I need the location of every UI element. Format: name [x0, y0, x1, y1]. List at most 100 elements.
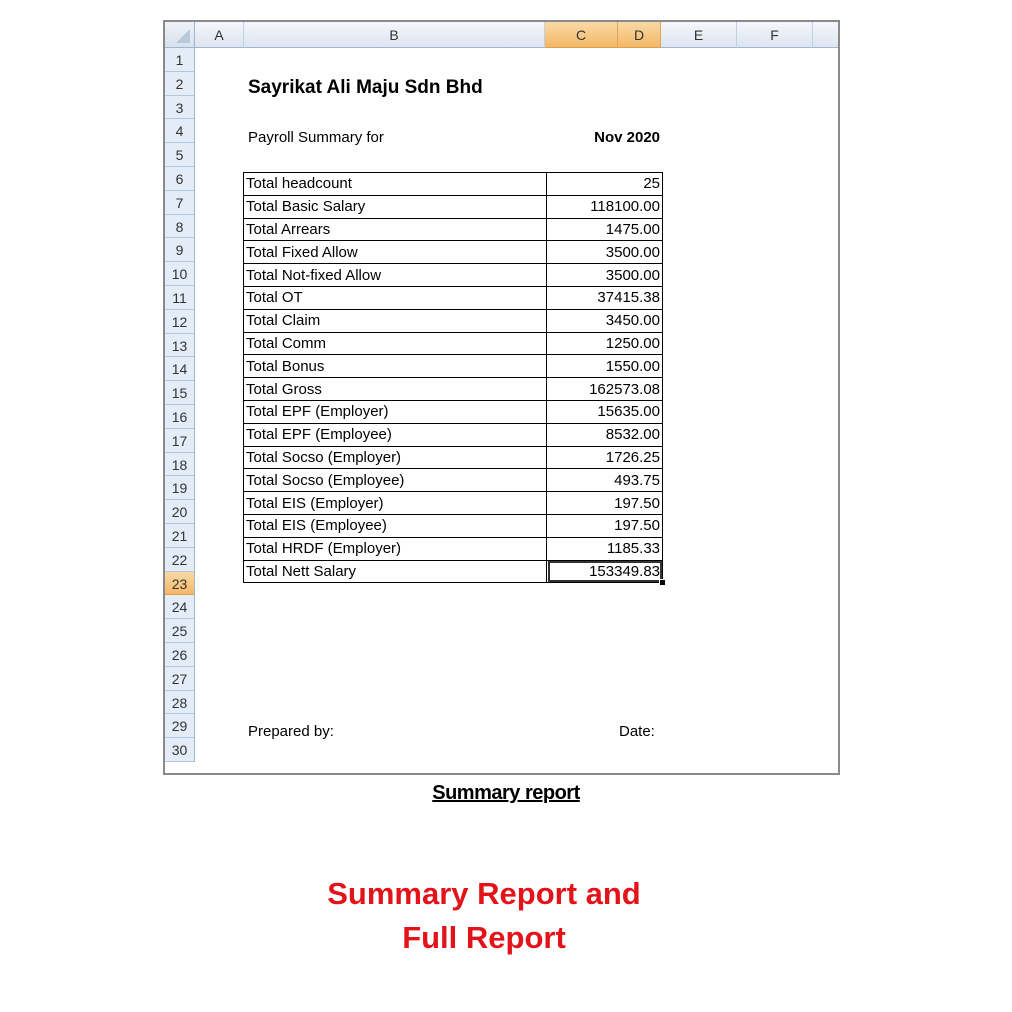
row-header-24[interactable]: 24 [165, 595, 195, 620]
date-label: Date: [619, 723, 655, 740]
spreadsheet-frame: ABCDEF 1 2 3 4 5 6 7 8 9 10 11 12 13 14 15 16 17 18 19 20 21… [163, 20, 840, 775]
table-row: Total Basic Salary 118100.00 [243, 194, 663, 219]
table-row: Total Arrears 1475.00 [243, 217, 663, 242]
column-header-g[interactable] [813, 22, 838, 48]
table-row: Total HRDF (Employer) 1185.33 [243, 536, 663, 561]
row-header-25[interactable]: 25 [165, 619, 195, 643]
company-name: Sayrikat Ali Maju Sdn Bhd [248, 77, 483, 98]
row-value-cell[interactable]: 1250.00 [546, 331, 663, 356]
column-header-d[interactable]: D [618, 22, 661, 48]
column-header-a[interactable]: A [195, 22, 244, 48]
row-header-27[interactable]: 27 [165, 666, 195, 691]
row-header-29[interactable]: 29 [165, 714, 195, 739]
row-header-21[interactable]: 21 [165, 524, 195, 548]
fill-handle[interactable] [659, 579, 666, 587]
row-header-18[interactable]: 18 [165, 452, 195, 477]
headline-line-2: Full Report [402, 920, 566, 955]
row-value-cell[interactable]: 162573.08 [546, 377, 663, 401]
table-row: Total Bonus 1550.00 [243, 354, 663, 379]
row-value-cell[interactable]: 1475.00 [546, 217, 663, 242]
row-header-22[interactable]: 22 [165, 547, 195, 572]
payroll-period: Nov 2020 [594, 129, 660, 146]
row-header-23[interactable]: 23 [165, 571, 195, 596]
row-header-1[interactable]: 1 [165, 48, 195, 72]
row-header-9[interactable]: 9 [165, 238, 195, 263]
row-value-cell[interactable]: 3450.00 [546, 308, 663, 333]
row-label-cell[interactable]: Total Arrears [243, 217, 547, 242]
row-value-cell[interactable]: 1550.00 [546, 354, 663, 379]
row-label-cell[interactable]: Total Fixed Allow [243, 240, 547, 265]
row-label-cell[interactable]: Total EIS (Employee) [243, 513, 547, 538]
row-value-cell[interactable]: 37415.38 [546, 285, 663, 310]
row-header-16[interactable]: 16 [165, 405, 195, 429]
row-value-cell[interactable]: 1726.25 [546, 445, 663, 470]
row-value-cell[interactable]: 1185.33 [546, 536, 663, 561]
row-header-3[interactable]: 3 [165, 95, 195, 120]
table-row: Total Socso (Employer) 1726.25 [243, 445, 663, 470]
row-header-30[interactable]: 30 [165, 738, 195, 762]
row-header-7[interactable]: 7 [165, 190, 195, 215]
table-row: Total headcount 25 [243, 172, 663, 196]
row-label-cell[interactable]: Total HRDF (Employer) [243, 536, 547, 561]
row-header-2[interactable]: 2 [165, 71, 195, 96]
row-label-cell[interactable]: Total Comm [243, 331, 547, 356]
row-header-10[interactable]: 10 [165, 262, 195, 286]
row-label-cell[interactable]: Total headcount [243, 172, 547, 196]
table-row: Total Comm 1250.00 [243, 331, 663, 356]
row-label-cell[interactable]: Total Socso (Employer) [243, 445, 547, 470]
row-value-cell[interactable]: 493.75 [546, 468, 663, 493]
payroll-summary-table: Total headcount 25 Total Basic Salary 11810… [243, 172, 666, 587]
table-row: Total EPF (Employee) 8532.00 [243, 422, 663, 447]
table-row: Total Fixed Allow 3500.00 [243, 240, 663, 265]
row-value-cell[interactable]: 25 [546, 172, 663, 196]
summary-report-caption: Summary report [432, 782, 580, 804]
active-cell[interactable]: 153349.83 [546, 559, 666, 587]
row-header-13[interactable]: 13 [165, 333, 195, 358]
row-header-15[interactable]: 15 [165, 381, 195, 405]
row-label-cell[interactable]: Total Basic Salary [243, 194, 547, 219]
payroll-summary-label: Payroll Summary for [248, 129, 384, 146]
row-header-19[interactable]: 19 [165, 476, 195, 501]
row-header-6[interactable]: 6 [165, 167, 195, 191]
column-header-c[interactable]: C [545, 22, 618, 48]
row-label-cell[interactable]: Total Nett Salary [243, 559, 547, 584]
row-header-28[interactable]: 28 [165, 690, 195, 715]
row-label-cell[interactable]: Total OT [243, 285, 547, 310]
column-header-e[interactable]: E [661, 22, 737, 48]
row-label-cell[interactable]: Total EIS (Employer) [243, 491, 547, 515]
row-value-cell[interactable]: 3500.00 [546, 240, 663, 265]
row-header-11[interactable]: 11 [165, 286, 195, 310]
row-label-cell[interactable]: Total Socso (Employee) [243, 468, 547, 493]
row-header-8[interactable]: 8 [165, 214, 195, 239]
table-row: Total Claim 3450.00 [243, 308, 663, 333]
select-all-button[interactable] [165, 22, 195, 48]
row-label-cell[interactable]: Total Gross [243, 377, 547, 401]
table-row: Total EIS (Employer) 197.50 [243, 491, 663, 515]
row-label-cell[interactable]: Total EPF (Employer) [243, 399, 547, 424]
table-row: Total Not-fixed Allow 3500.00 [243, 263, 663, 287]
row-value-cell[interactable]: 118100.00 [546, 194, 663, 219]
table-row: Total EIS (Employee) 197.50 [243, 513, 663, 538]
row-header-26[interactable]: 26 [165, 643, 195, 667]
row-value-cell[interactable]: 3500.00 [546, 263, 663, 287]
row-header-5[interactable]: 5 [165, 143, 195, 167]
row-value-cell[interactable]: 197.50 [546, 491, 663, 515]
select-all-triangle-icon [176, 29, 190, 43]
row-header-20[interactable]: 20 [165, 500, 195, 524]
row-label-cell[interactable]: Total Not-fixed Allow [243, 263, 547, 287]
row-header-14[interactable]: 14 [165, 357, 195, 382]
row-label-cell[interactable]: Total EPF (Employee) [243, 422, 547, 447]
column-header-f[interactable]: F [737, 22, 813, 48]
row-label-cell[interactable]: Total Bonus [243, 354, 547, 379]
row-header-17[interactable]: 17 [165, 428, 195, 453]
column-header-b[interactable]: B [244, 22, 545, 48]
row-value-cell[interactable]: 197.50 [546, 513, 663, 538]
table-row: Total Gross 162573.08 [243, 377, 663, 401]
headline: Summary Report and Full Report [0, 872, 968, 960]
row-header-4[interactable]: 4 [165, 119, 195, 144]
row-value-cell[interactable]: 15635.00 [546, 399, 663, 424]
row-header-12[interactable]: 12 [165, 309, 195, 334]
row-label-cell[interactable]: Total Claim [243, 308, 547, 333]
headline-line-1: Summary Report and [327, 876, 641, 911]
row-value-cell[interactable]: 8532.00 [546, 422, 663, 447]
